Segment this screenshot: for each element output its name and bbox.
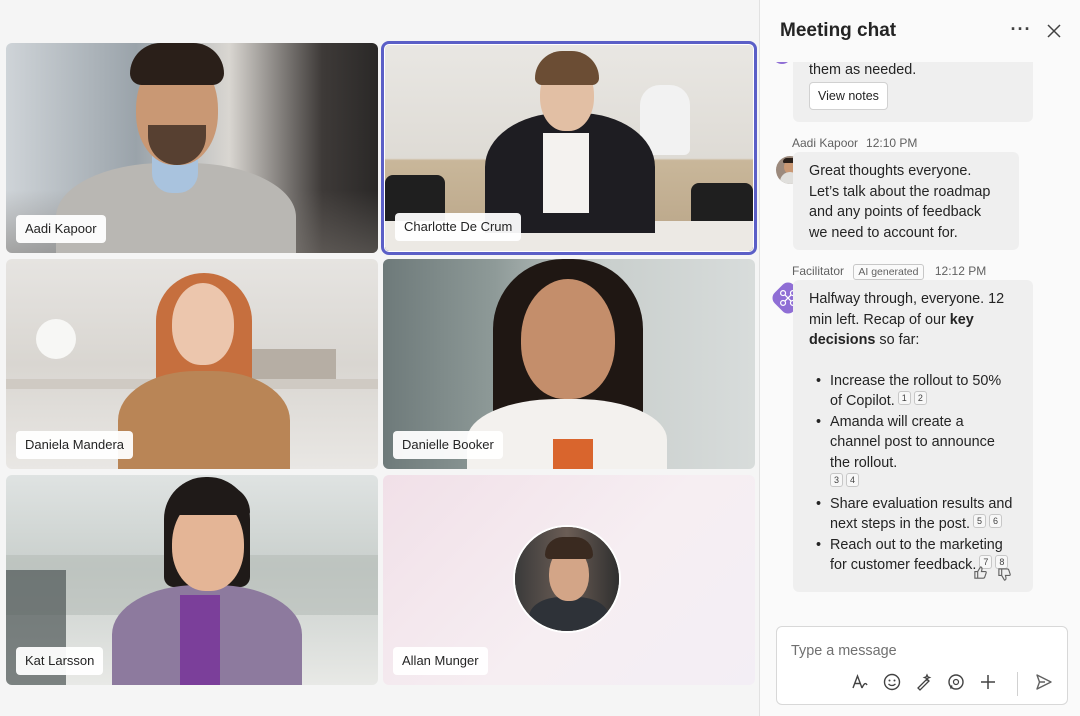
sparkle-pen-icon [917, 673, 932, 691]
message-meta: Aadi Kapoor 12:10 PM [792, 136, 917, 150]
video-tile-kat-larsson[interactable]: Kat Larsson [6, 475, 378, 685]
emoji-icon [883, 673, 901, 691]
loop-button[interactable] [945, 673, 967, 695]
chat-loop-icon [948, 674, 964, 690]
close-button[interactable] [1043, 20, 1065, 42]
citation-button[interactable]: 3 [830, 473, 844, 487]
participant-name: Charlotte De Crum [395, 213, 522, 241]
format-button[interactable] [849, 673, 871, 695]
list-item: Increase the rollout to 50% of Copilot.1… [809, 371, 1017, 412]
meeting-chat-panel: Meeting chat ··· them as needed. View no… [759, 0, 1080, 716]
facilitator-avatar [772, 62, 792, 64]
message-meta: Facilitator AI generated 12:12 PM [792, 264, 986, 280]
decision-list: Increase the rollout to 50% of Copilot.1… [809, 371, 1017, 576]
chat-header: Meeting chat ··· [760, 0, 1080, 62]
thumbs-down-icon [998, 568, 1011, 581]
message-list[interactable]: them as needed. View notes Aadi Kapoor 12… [760, 62, 1080, 617]
copilot-compose-button[interactable] [913, 673, 935, 695]
message-text: Great thoughts everyone. Let’s talk abou… [809, 163, 991, 241]
emoji-button[interactable] [881, 673, 903, 695]
thumbs-up-icon [974, 566, 987, 579]
ai-generated-badge: AI generated [853, 264, 924, 280]
participant-name: Kat Larsson [16, 647, 104, 675]
message-text: them as needed. [809, 62, 917, 78]
list-item: Share evaluation results and next steps … [809, 494, 1017, 535]
participant-video [106, 475, 306, 685]
message-input[interactable] [791, 639, 1051, 663]
thumbs-up-button[interactable] [973, 565, 988, 586]
citation-button[interactable]: 6 [989, 514, 1003, 528]
video-grid: Aadi Kapoor Charlotte De Crum Daniela Ma… [0, 0, 759, 716]
thumbs-down-button[interactable] [997, 567, 1012, 588]
sender-name: Aadi Kapoor [792, 136, 859, 150]
plus-icon [981, 675, 995, 689]
message-time: 12:10 PM [866, 136, 918, 150]
citation-button[interactable]: 1 [897, 391, 911, 405]
message-composer [776, 626, 1068, 705]
format-icon [852, 674, 868, 689]
participant-name: Daniela Mandera [16, 431, 134, 459]
message-time: 12:12 PM [934, 264, 987, 278]
citation-button[interactable]: 5 [973, 514, 987, 528]
message-bubble: Halfway through, everyone. 12 min left. … [793, 280, 1033, 592]
list-item: Amanda will create a channel post to ann… [809, 412, 1017, 494]
video-tile-danielle-booker[interactable]: Danielle Booker [383, 259, 755, 469]
participant-name: Danielle Booker [393, 431, 503, 459]
message-bubble: Great thoughts everyone. Let’s talk abou… [793, 152, 1019, 250]
send-button[interactable] [1033, 673, 1055, 695]
message-text: Halfway through, everyone. 12 min left. … [809, 289, 1017, 351]
video-tile-allan-munger[interactable]: Allan Munger [383, 475, 755, 685]
message-bubble: them as needed. View notes [793, 62, 1033, 122]
lamp-background [36, 319, 76, 359]
close-icon [1047, 24, 1061, 38]
participant-avatar [513, 525, 621, 633]
message-text-intro: Halfway through, everyone. 12 min left. … [809, 291, 1005, 328]
sender-name: Facilitator [792, 264, 845, 278]
citation-button[interactable]: 4 [846, 473, 860, 487]
video-tile-daniela-mandera[interactable]: Daniela Mandera [6, 259, 378, 469]
view-notes-button[interactable]: View notes [809, 81, 888, 110]
send-icon [1036, 674, 1052, 690]
video-tile-aadi-kapoor[interactable]: Aadi Kapoor [6, 43, 378, 253]
participant-name: Aadi Kapoor [16, 215, 106, 243]
participant-name: Allan Munger [393, 647, 488, 675]
participant-video [106, 259, 306, 469]
toolbar-divider [1017, 672, 1018, 696]
video-tile-charlotte-de-crum[interactable]: Charlotte De Crum [381, 41, 757, 255]
message-text-intro-end: so far: [875, 332, 920, 348]
add-attachment-button[interactable] [977, 673, 999, 695]
more-horizontal-icon: ··· [1010, 19, 1032, 39]
more-options-button[interactable]: ··· [1010, 18, 1032, 40]
panel-title: Meeting chat [780, 20, 897, 41]
list-item-text: Amanda will create a channel post to ann… [830, 413, 995, 471]
citation-button[interactable]: 2 [913, 391, 927, 405]
